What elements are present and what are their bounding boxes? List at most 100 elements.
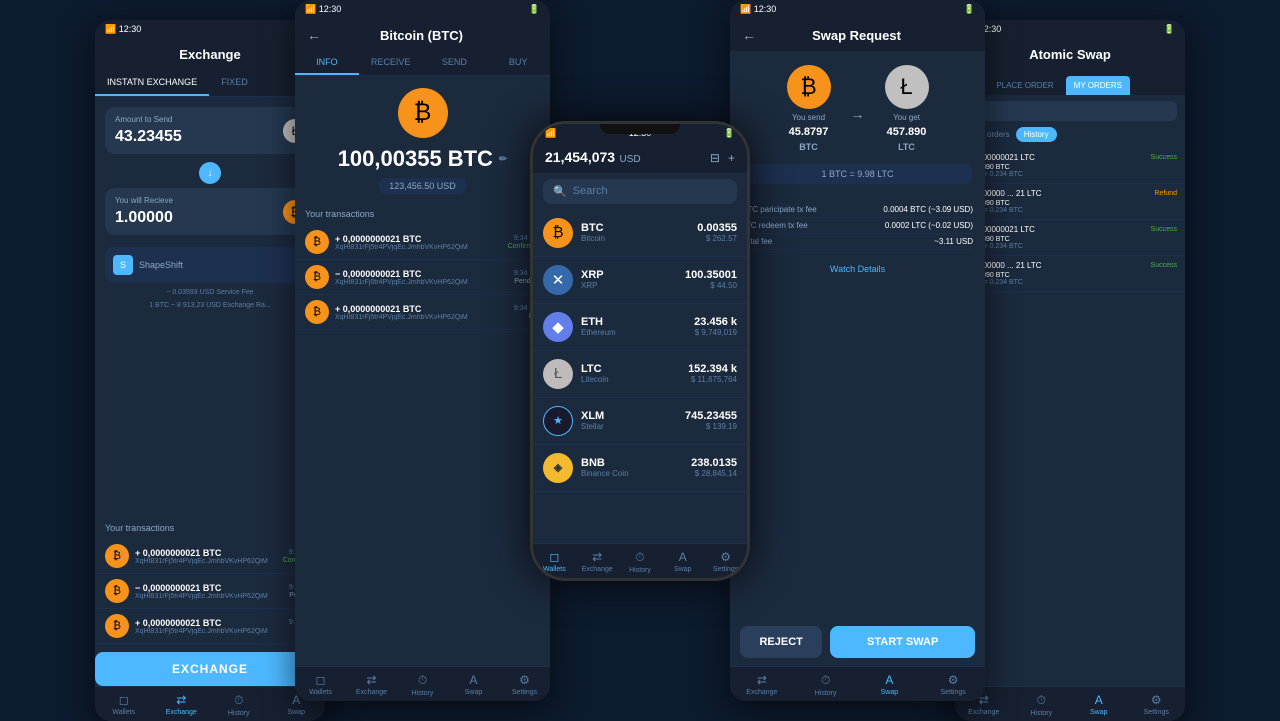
swap-arrow[interactable]: ↓ [105, 162, 315, 184]
swap-back-arrow[interactable]: ← [742, 27, 756, 43]
phone-nav-wallets-icon: ◻ [549, 550, 559, 564]
swap-nav-exchange-icon: ⇄ [757, 673, 767, 687]
btc-tab-buy[interactable]: BUY [486, 51, 550, 75]
history-btn[interactable]: History [1016, 127, 1057, 142]
wallet-amounts-btc: 0.00355 $ 262.57 [697, 222, 737, 243]
btc-tx-details-1: + 0,0000000021 BTC XqHt831rFj5tr4PVjqEc.… [335, 234, 502, 251]
swap-nav-history[interactable]: ⏱ History [794, 673, 858, 697]
phone-nav-exchange[interactable]: ⇄ Exchange [576, 550, 619, 574]
btc-balance-section: ₿ 100,00355 BTC ✏ 123,456.50 USD [295, 76, 550, 202]
search-bar[interactable]: 🔍 Search [543, 179, 737, 204]
swap-nav-swap[interactable]: A Swap [858, 673, 922, 697]
exchange-screen: 📶 12:30 🔋 Exchange INSTATN EXCHANGE FIXE… [95, 20, 325, 721]
nav-wallets-exchange[interactable]: ◻ Wallets [95, 693, 153, 717]
shapeshift-box: S ShapeShift [105, 247, 315, 283]
swap-nav-settings[interactable]: ⚙ Settings [921, 673, 985, 697]
wallet-ticker-xlm: XLM [581, 410, 677, 422]
swap-nav-swap-icon: A [885, 673, 893, 687]
phone-status-left: 📶 [545, 128, 556, 139]
btc-tx-icon-2: ₿ [305, 265, 329, 289]
order-item-2[interactable]: x,00000000 ... 21 LTC Refund x 457.890 B… [955, 184, 1185, 220]
nav-history-exchange[interactable]: ⏱ History [210, 693, 268, 717]
btc-tx-item-3[interactable]: ₿ + 0,0000000021 BTC XqHt831rFj5tr4PVjqE… [295, 295, 550, 330]
exchange-tabs: INSTATN EXCHANGE FIXED [95, 70, 325, 97]
atomic-search[interactable]: ch [963, 101, 1177, 121]
atomic-nav-settings[interactable]: ⚙ Settings [1128, 693, 1186, 717]
atomic-nav-settings-icon: ⚙ [1151, 693, 1162, 707]
atomic-tab-place[interactable]: PLACE ORDER [988, 76, 1061, 95]
send-label: Amount to Send [115, 115, 305, 124]
phone-frame: 📶 12:30 🔋 21,454,073 USD ⊟ + 🔍 Search [530, 121, 750, 581]
btc-nav-settings[interactable]: ⚙ Settings [499, 673, 550, 697]
btc-nav-history-label: History [412, 690, 434, 697]
plus-icon[interactable]: + [728, 151, 735, 165]
wallet-icon-bnb: ◈ [543, 453, 573, 483]
btc-edit-icon[interactable]: ✏ [499, 154, 507, 165]
btc-nav-swap[interactable]: A Swap [448, 673, 499, 697]
tab-instant-exchange[interactable]: INSTATN EXCHANGE [95, 70, 209, 96]
btc-back-arrow[interactable]: ← [307, 27, 321, 43]
btc-tx-icon-1: ₿ [305, 230, 329, 254]
phone-notch [600, 124, 680, 134]
order-secondary-1: x 457.890 BTC [963, 164, 1177, 171]
btc-tabs: INFO RECEIVE SEND BUY [295, 51, 550, 76]
wallet-item-bnb[interactable]: ◈ BNB Binance Coin 238.0135 $ 28,845.14 [533, 445, 747, 492]
btc-tx-item-2[interactable]: ₿ − 0,0000000021 BTC XqHt831rFj5tr4PVjqE… [295, 260, 550, 295]
wallet-item-xrp[interactable]: ✕ XRP XRP 100.35001 $ 44.50 [533, 257, 747, 304]
reject-button[interactable]: REJECT [740, 626, 822, 658]
tx-header: Your transactions ↻ [95, 516, 325, 539]
atomic-nav-swap-label: Swap [1090, 709, 1108, 716]
filter-icon[interactable]: ⊟ [710, 151, 720, 165]
phone-nav-history[interactable]: ⏱ History [619, 550, 662, 574]
fee-table: BTC paricipate tx fee 0.0004 BTC (~3.09 … [730, 196, 985, 256]
btc-bottom-nav: ◻ Wallets ⇄ Exchange ⏱ History A Swap ⚙ … [295, 666, 550, 701]
wallet-item-btc[interactable]: ₿ BTC Bitcoin 0.00355 $ 262.57 [533, 210, 747, 257]
btc-big-icon: ₿ [398, 88, 448, 138]
wallet-item-ltc[interactable]: Ł LTC Litecoin 152.394 k $ 11,675,764 [533, 351, 747, 398]
atomic-nav-settings-label: Settings [1144, 709, 1169, 716]
send-amount[interactable]: 43.23455 [115, 128, 305, 146]
btc-tab-receive[interactable]: RECEIVE [359, 51, 423, 75]
btc-tx-item-1[interactable]: ₿ + 0,0000000021 BTC XqHt831rFj5tr4PVjqE… [295, 225, 550, 260]
phone-nav-wallets-label: Wallets [543, 566, 566, 573]
wallet-amounts-ltc: 152.394 k $ 11,675,764 [688, 363, 737, 384]
phone-status-right: 🔋 [724, 128, 735, 139]
order-top-3: x,00000000021 LTC Success [963, 225, 1177, 234]
atomic-nav-history[interactable]: ⏱ History [1013, 693, 1071, 717]
swap-send-btc-icon: ₿ [787, 65, 831, 109]
wallet-item-xlm[interactable]: ★ XLM Stellar 745.23455 $ 139.19 [533, 398, 747, 445]
watch-details-link[interactable]: Watch Details [730, 256, 985, 282]
phone-nav-swap[interactable]: A Swap [661, 550, 704, 574]
atomic-status-right: 🔋 [1164, 24, 1175, 35]
wallet-name-btc: Bitcoin [581, 234, 689, 243]
wallet-icon-btc: ₿ [543, 218, 573, 248]
start-swap-button[interactable]: START SWAP [830, 626, 975, 658]
tab-fixed[interactable]: FIXED [209, 70, 260, 96]
wallet-item-eth[interactable]: ◆ ETH Ethereum 23.456 k $ 9,749,019 [533, 304, 747, 351]
btc-tab-send[interactable]: SEND [423, 51, 487, 75]
order-item-1[interactable]: x,00000000021 LTC Success x 457.890 BTC … [955, 148, 1185, 184]
fee-val-2: 0.0002 LTC (~0.02 USD) [885, 221, 973, 230]
nav-exchange[interactable]: ⇄ Exchange [153, 693, 211, 717]
exchange-time: 📶 12:30 [105, 24, 141, 35]
phone-nav-wallets[interactable]: ◻ Wallets [533, 550, 576, 574]
swap-send-amount: 45.8797 [789, 126, 829, 138]
receive-amount[interactable]: 1.00000 [115, 209, 305, 227]
swap-title: Swap Request [764, 28, 949, 43]
order-item-4[interactable]: x,00000000 ... 21 LTC Success x 457.890 … [955, 256, 1185, 292]
exchange-button[interactable]: EXCHANGE [95, 652, 325, 686]
tx-amount-3: + 0,0000000021 BTC [135, 618, 283, 628]
tx-item-2[interactable]: ₿ − 0,0000000021 BTC XqHt831rFj5tr4PVjqE… [95, 574, 325, 609]
tx-item-1[interactable]: ₿ + 0,0000000021 BTC XqHt831rFj5tr4PVjqE… [95, 539, 325, 574]
btc-nav-wallets[interactable]: ◻ Wallets [295, 673, 346, 697]
btc-tab-info[interactable]: INFO [295, 51, 359, 75]
atomic-tab-myorders[interactable]: MY ORDERS [1066, 76, 1130, 95]
tx-item-3[interactable]: ₿ + 0,0000000021 BTC XqHt831rFj5tr4PVjqE… [95, 609, 325, 644]
receive-box: You will Recieve 1.00000 ₿ [105, 188, 315, 235]
atomic-nav-swap[interactable]: A Swap [1070, 693, 1128, 717]
btc-nav-exchange[interactable]: ⇄ Exchange [346, 673, 397, 697]
order-item-3[interactable]: x,00000000021 LTC Success x 457.890 BTC … [955, 220, 1185, 256]
swap-nav-exchange[interactable]: ⇄ Exchange [730, 673, 794, 697]
wallet-currency: USD [620, 154, 641, 165]
btc-nav-history[interactable]: ⏱ History [397, 673, 448, 697]
